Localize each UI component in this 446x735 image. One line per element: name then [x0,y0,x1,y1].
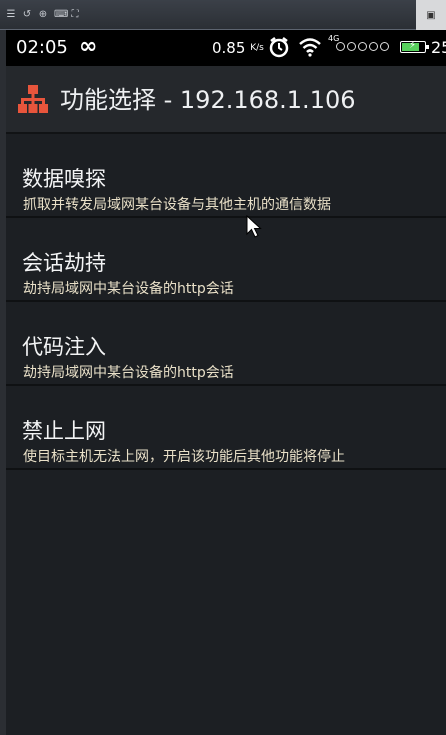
list-item-subtitle: 劫持局域网中某台设备的http会话 [23,281,234,297]
phone-screen: 02:05 ∞ 0.85 K/s 4G ⚡ 25 [6,30,446,735]
mouse-cursor-icon [246,215,262,238]
list-item-subtitle: 抓取并转发局域网某台设备与其他主机的通信数据 [23,197,331,213]
action-bar: 功能选择 - 192.168.1.106 [6,66,446,134]
function-list: 数据嗅探 抓取并转发局域网某台设备与其他主机的通信数据 会话劫持 劫持局域网中某… [6,134,446,470]
rotate-icon[interactable]: ↺ [22,9,32,21]
menu-icon[interactable]: ☰ [6,9,16,21]
list-item-subtitle: 使目标主机无法上网，开启该功能后其他功能将停止 [23,449,345,465]
net-speed-unit: K/s [250,43,264,53]
network-topology-icon [18,85,48,113]
wifi-icon [299,38,321,57]
list-item-title: 数据嗅探 [22,167,106,191]
net-speed-value: 0.85 [212,39,246,57]
list-item-session-hijack[interactable]: 会话劫持 劫持局域网中某台设备的http会话 [6,218,446,302]
list-item-title: 代码注入 [22,335,106,359]
list-item-title: 会话劫持 [22,251,106,275]
emulator-toolbar: ☰ ↺ ⊕ ⌨ ⛶ ▣ [0,0,446,30]
list-item-code-injection[interactable]: 代码注入 劫持局域网中某台设备的http会话 [6,302,446,386]
loop-icon: ∞ [79,34,98,59]
emulator-toolbar-icons: ☰ ↺ ⊕ ⌨ ⛶ [6,9,80,21]
signal-strength-icon [336,42,389,51]
alarm-clock-icon [269,37,289,58]
window-button[interactable]: ▣ [416,0,446,30]
battery-percent: 25 [431,38,446,57]
status-bar: 02:05 ∞ 0.85 K/s 4G ⚡ 25 [6,30,446,66]
list-item-subtitle: 劫持局域网中某台设备的http会话 [23,365,234,381]
battery-icon: ⚡ [400,40,429,53]
list-item-block-internet[interactable]: 禁止上网 使目标主机无法上网，开启该功能后其他功能将停止 [6,386,446,470]
list-item-title: 禁止上网 [22,419,106,443]
window-icon: ▣ [426,9,436,21]
zoom-icon[interactable]: ⊕ [38,9,48,21]
list-item-data-sniffing[interactable]: 数据嗅探 抓取并转发局域网某台设备与其他主机的通信数据 [6,134,446,218]
fullscreen-icon[interactable]: ⛶ [70,9,80,21]
keyboard-icon[interactable]: ⌨ [54,9,68,21]
charging-icon: ⚡ [409,40,417,51]
net-speed: 0.85 K/s [212,38,264,58]
page-title: 功能选择 - 192.168.1.106 [60,86,356,114]
status-time: 02:05 [16,37,68,58]
